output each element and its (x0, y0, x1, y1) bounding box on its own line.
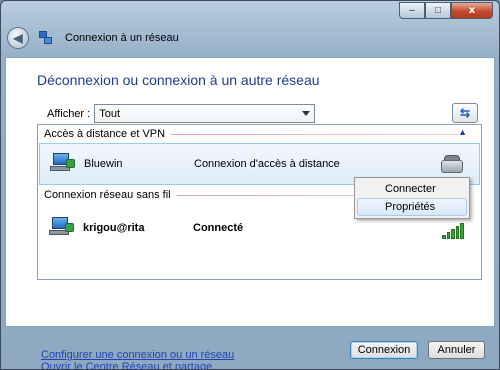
refresh-button[interactable]: ⇆ (452, 103, 478, 123)
link-list: Configurer une connexion ou un réseau Ou… (41, 349, 234, 369)
back-button[interactable]: ◀ (7, 27, 29, 49)
connection-status: Connexion d'accès à distance (194, 158, 340, 170)
context-menu: Connecter Propriétés (354, 177, 470, 219)
dialup-phone-icon (441, 155, 463, 173)
refresh-arrows-icon: ⇆ (459, 106, 471, 120)
network-connection-icon (50, 153, 76, 175)
network-center-link[interactable]: Ouvrir le Centre Réseau et partage (41, 361, 234, 369)
maximize-button[interactable]: □ (425, 2, 451, 19)
group-title: Connexion réseau sans fil (44, 189, 171, 201)
signal-strength-icon (442, 223, 464, 239)
filter-row: Afficher : Tout (47, 104, 316, 123)
network-icon (39, 31, 53, 45)
filter-label: Afficher : (47, 107, 91, 120)
menu-item-properties[interactable]: Propriétés (357, 198, 467, 216)
connect-button[interactable]: Connexion (350, 341, 418, 359)
title-bar-controls: – □ x (399, 2, 493, 19)
group-divider (171, 133, 459, 135)
back-arrow-icon: ◀ (13, 31, 23, 45)
page-heading: Déconnexion ou connexion à un autre rése… (37, 72, 320, 88)
navigation-bar: ◀ Connexion à un réseau (5, 23, 495, 53)
close-button[interactable]: x (451, 2, 493, 19)
minimize-button[interactable]: – (399, 2, 425, 19)
connection-name: krigou@rita (83, 222, 145, 234)
connection-name: Bluewin (84, 158, 123, 170)
window-title: Connexion à un réseau (65, 32, 179, 44)
chevron-down-icon (302, 111, 311, 116)
setup-connection-link[interactable]: Configurer une connexion ou un réseau (41, 349, 234, 361)
connection-status: Connecté (193, 222, 244, 234)
group-title: Accès à distance et VPN (44, 128, 166, 140)
collapse-chevron-icon[interactable]: ▲ (458, 127, 467, 137)
filter-select[interactable]: Tout (94, 104, 316, 123)
group-header-vpn[interactable]: Accès à distance et VPN ▲ (38, 126, 481, 142)
menu-item-connect[interactable]: Connecter (357, 180, 467, 198)
network-connection-icon (49, 217, 75, 239)
filter-select-value: Tout (99, 107, 121, 120)
dialog-window: – □ x ◀ Connexion à un réseau Déconnexio… (0, 0, 500, 370)
cancel-button[interactable]: Annuler (428, 341, 485, 359)
